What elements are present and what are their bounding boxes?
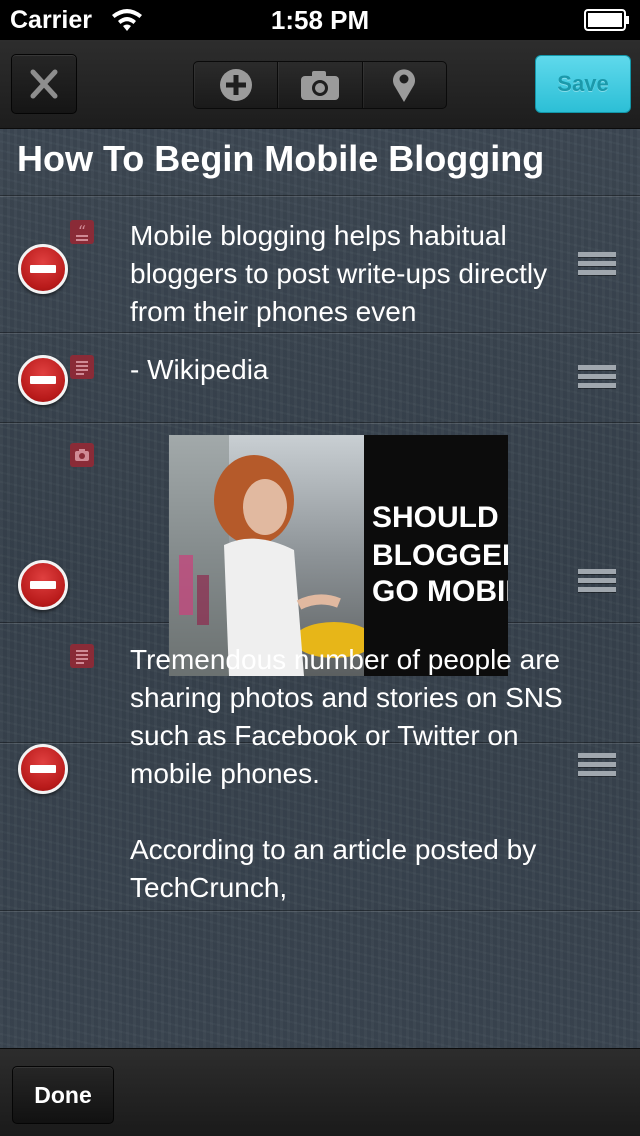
text-block-icon: [70, 644, 94, 668]
close-button[interactable]: [11, 54, 77, 114]
photo-caption-line: GO MOBILE?: [372, 575, 508, 608]
block-text: Tremendous number of people are sharing …: [130, 641, 570, 907]
block-text: - Wikipedia: [130, 354, 269, 385]
photo-caption-line: BLOGGERS: [372, 539, 508, 572]
done-button[interactable]: Done: [12, 1066, 114, 1124]
location-pin-icon: [393, 69, 416, 102]
delete-block-icon[interactable]: [18, 560, 68, 610]
top-toolbar: Save: [0, 40, 640, 129]
svg-text:“: “: [78, 222, 86, 241]
photo-block-icon: [70, 443, 94, 467]
block-text: Mobile blogging helps habitual bloggers …: [130, 220, 548, 327]
status-bar: Carrier 1:58 PM: [0, 0, 640, 40]
reorder-handle-icon[interactable]: [578, 753, 616, 780]
save-button[interactable]: Save: [535, 55, 631, 113]
reorder-handle-icon[interactable]: [578, 569, 616, 596]
add-circle-icon: [219, 69, 252, 101]
delete-block-icon[interactable]: [18, 244, 68, 294]
insert-segmented-control: [193, 61, 447, 109]
post-title[interactable]: How To Begin Mobile Blogging: [17, 138, 544, 180]
paragraph: According to an article posted by TechCr…: [130, 834, 537, 903]
paragraph: Tremendous number of people are sharing …: [130, 644, 563, 789]
screen: Carrier 1:58 PM Save How To Begin Mobile…: [0, 0, 640, 1136]
battery-icon: [584, 9, 629, 31]
add-location-button[interactable]: [363, 62, 446, 108]
reorder-handle-icon[interactable]: [578, 365, 616, 392]
text-block-icon: [70, 355, 94, 379]
bottom-toolbar: Done: [0, 1048, 640, 1136]
quote-block-icon: “: [70, 220, 94, 244]
delete-block-icon[interactable]: [18, 355, 68, 405]
reorder-handle-icon[interactable]: [578, 252, 616, 279]
photo-caption-line: SHOULD: [372, 501, 499, 534]
content-block-text[interactable]: - Wikipedia: [0, 333, 640, 422]
delete-block-icon[interactable]: [18, 744, 68, 794]
close-icon: [30, 69, 58, 99]
content-block-text[interactable]: Tremendous number of people are sharing …: [0, 623, 640, 910]
status-time: 1:58 PM: [270, 5, 370, 35]
add-block-button[interactable]: [194, 62, 279, 108]
divider: [0, 910, 640, 911]
add-photo-button[interactable]: [278, 62, 363, 108]
camera-icon: [300, 71, 339, 100]
content-block-quote[interactable]: “ Mobile blogging helps habitual blogger…: [0, 196, 640, 332]
